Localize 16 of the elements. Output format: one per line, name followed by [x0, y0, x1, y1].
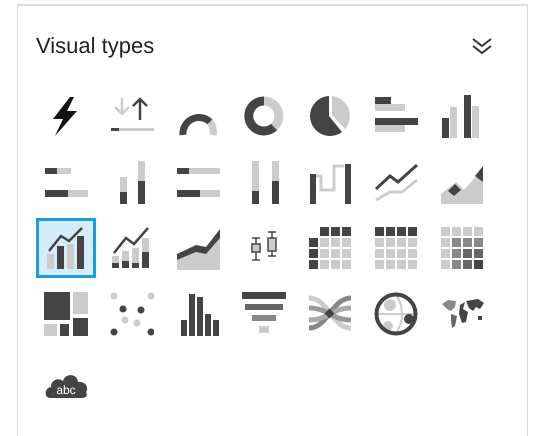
pivot-table-icon	[308, 226, 352, 270]
heat-map-icon	[440, 226, 484, 270]
table-icon	[374, 226, 418, 270]
funnel-icon	[242, 292, 286, 336]
globe-icon	[374, 292, 418, 336]
panel-title: Visual types	[36, 32, 154, 60]
cloud-icon	[44, 375, 88, 399]
donut-chart-icon	[242, 94, 286, 138]
visual-type-button[interactable]: abc	[36, 350, 96, 410]
visual-type-button[interactable]	[36, 218, 96, 278]
double-chevron-icon[interactable]	[471, 37, 493, 55]
pie-chart-icon	[308, 94, 352, 138]
gauge-icon	[179, 114, 217, 136]
scatter-plot-icon	[110, 292, 154, 336]
cloud-label: abc	[56, 383, 76, 397]
treemap-icon	[44, 292, 88, 336]
